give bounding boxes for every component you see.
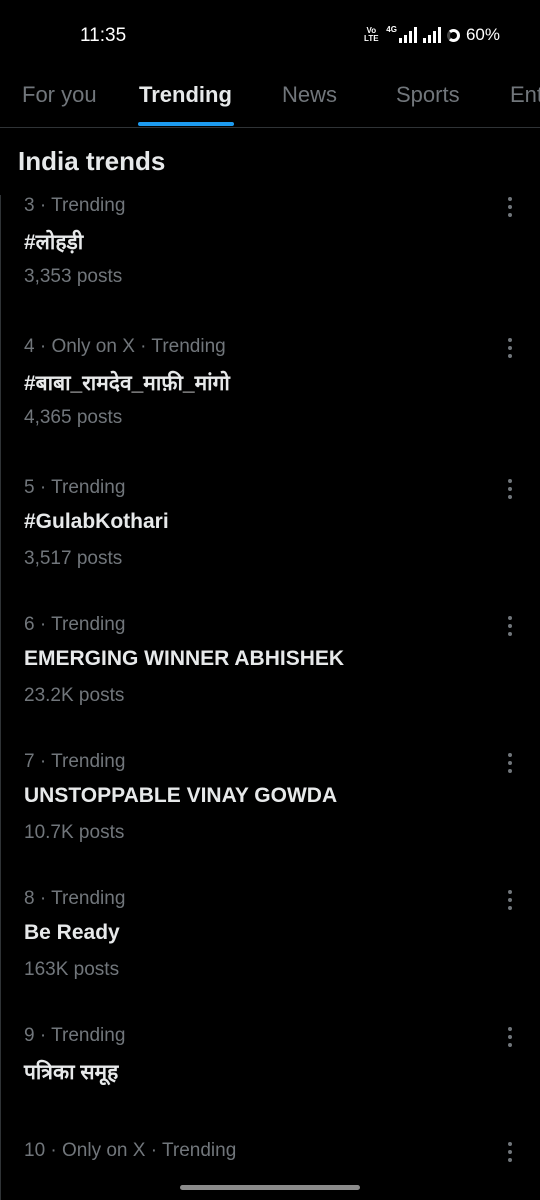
trend-meta: 10 · Only on X · Trending — [24, 1140, 237, 1161]
home-indicator[interactable] — [180, 1185, 360, 1190]
tab-news[interactable]: News — [282, 82, 337, 108]
trend-post-count: 163K posts — [24, 959, 120, 980]
tab-entertainment[interactable]: Ent — [510, 82, 540, 108]
tab-bar: For you Trending News Sports Ent — [0, 70, 540, 128]
battery-percent: 60% — [465, 25, 500, 44]
more-vertical-icon[interactable] — [500, 336, 520, 360]
signal-bars-icon — [398, 27, 417, 43]
trend-name: पत्रिका समूह — [24, 1061, 119, 1084]
trend-name: UNSTOPPABLE VINAY GOWDA — [24, 784, 338, 807]
tab-sports[interactable]: Sports — [396, 82, 460, 108]
status-time: 11:35 — [80, 25, 127, 46]
trend-meta: 5 · Trending — [24, 477, 126, 498]
tab-for-you[interactable]: For you — [22, 82, 97, 108]
trend-meta: 8 · Trending — [24, 888, 126, 909]
status-bar: 11:35 Vo LTE 4G 60% — [0, 0, 540, 70]
more-vertical-icon[interactable] — [500, 888, 520, 912]
trend-meta: 9 · Trending — [24, 1025, 126, 1046]
divider — [0, 195, 1, 1200]
trend-post-count: 3,353 posts — [24, 266, 123, 287]
trend-post-count: 23.2K posts — [24, 685, 125, 706]
trend-meta: 3 · Trending — [24, 195, 126, 216]
battery-ring-icon — [446, 28, 460, 42]
trend-meta: 6 · Trending — [24, 614, 126, 635]
active-tab-indicator — [138, 122, 234, 126]
volte-icon: Vo LTE — [364, 26, 379, 43]
more-vertical-icon[interactable] — [500, 195, 520, 219]
status-icons: Vo LTE 4G 60% — [362, 25, 500, 45]
more-vertical-icon[interactable] — [500, 751, 520, 775]
trend-meta: 4 · Only on X · Trending — [24, 336, 226, 357]
more-vertical-icon[interactable] — [500, 1140, 520, 1164]
section-title: India trends — [18, 146, 166, 176]
trend-post-count: 4,365 posts — [24, 407, 123, 428]
trend-post-count: 3,517 posts — [24, 548, 123, 569]
more-vertical-icon[interactable] — [500, 477, 520, 501]
tab-trending[interactable]: Trending — [139, 82, 232, 108]
trend-name: #GulabKothari — [24, 510, 169, 533]
trend-name: Be Ready — [24, 921, 120, 944]
trend-name: #बाबा_रामदेव_माफ़ी_मांगो — [24, 372, 230, 395]
signal-bars-icon-2 — [422, 27, 441, 43]
trend-name: EMERGING WINNER ABHISHEK — [24, 647, 345, 670]
more-vertical-icon[interactable] — [500, 614, 520, 638]
trend-post-count: 10.7K posts — [24, 822, 125, 843]
more-vertical-icon[interactable] — [500, 1025, 520, 1049]
network-type: 4G — [386, 25, 397, 34]
trend-meta: 7 · Trending — [24, 751, 126, 772]
trend-name: #लोहड़ी — [24, 231, 84, 254]
